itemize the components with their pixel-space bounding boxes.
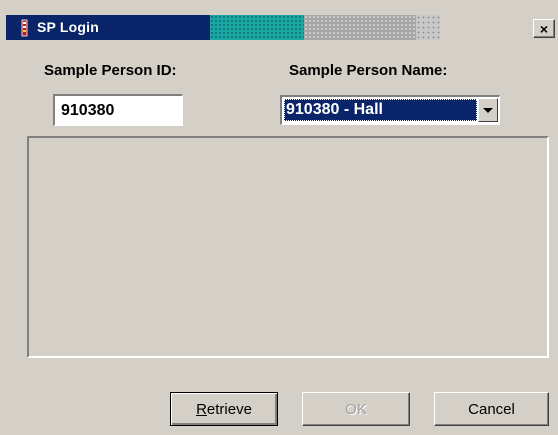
sample-person-id-label: Sample Person ID: [44, 62, 177, 79]
sample-person-name-label: Sample Person Name: [289, 62, 448, 79]
window-title: SP Login [37, 19, 100, 35]
dropdown-button[interactable] [478, 98, 498, 122]
retrieve-mnemonic: R [196, 400, 207, 418]
title-bar-decoration [416, 15, 440, 40]
cancel-button[interactable]: Cancel [434, 392, 549, 426]
sample-person-id-input[interactable] [53, 94, 183, 126]
title-bar-decoration [210, 15, 304, 40]
retrieve-label: etrieve [206, 400, 252, 418]
chevron-down-icon [483, 107, 493, 113]
title-bar-decoration [304, 15, 416, 40]
title-bar[interactable]: SP Login [6, 15, 558, 40]
sp-login-window: SP Login × Sample Person ID: Sample Pers… [0, 0, 558, 435]
sample-person-name-select[interactable]: 910380 - Hall [280, 95, 500, 125]
results-panel [27, 136, 549, 358]
app-icon [21, 19, 28, 37]
retrieve-button[interactable]: Retrieve [170, 392, 278, 426]
ok-button[interactable]: OK [302, 392, 410, 426]
close-icon: × [539, 20, 549, 37]
selected-name-value: 910380 - Hall [284, 99, 477, 121]
close-button[interactable]: × [533, 19, 555, 38]
